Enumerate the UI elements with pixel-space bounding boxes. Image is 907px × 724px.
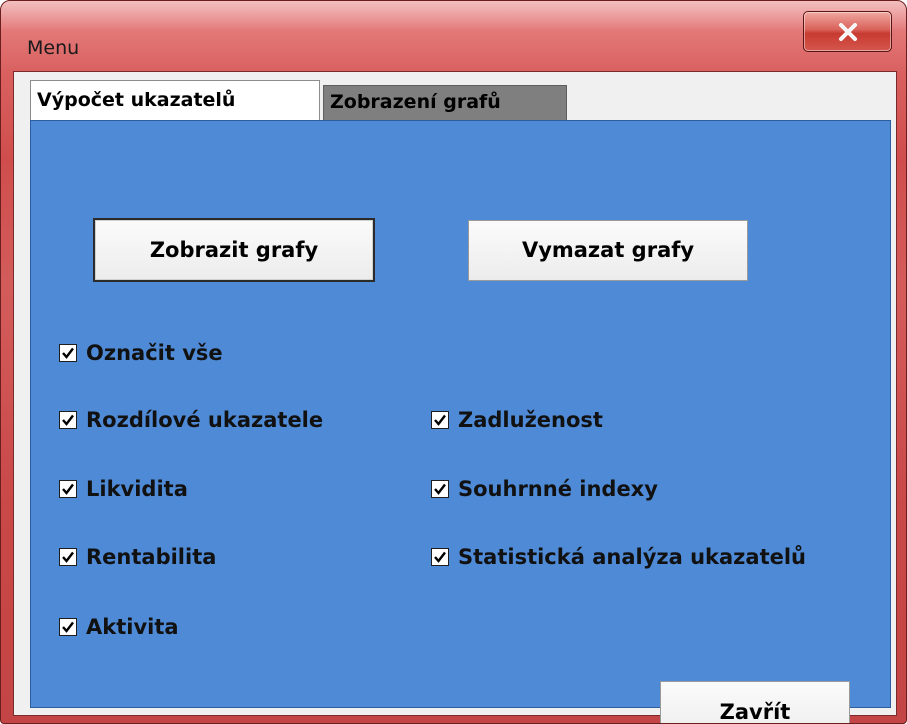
checkbox-statistical-analysis[interactable]: Statistická analýza ukazatelů bbox=[431, 542, 806, 572]
checkmark-icon bbox=[62, 551, 74, 563]
checkbox-debt-box[interactable] bbox=[431, 411, 449, 429]
checkbox-profitability-box[interactable] bbox=[59, 548, 77, 566]
dialog-client-area: Výpočet ukazatelů Zobrazení grafů Zobraz… bbox=[13, 71, 897, 723]
checkbox-liquidity[interactable]: Likvidita bbox=[59, 474, 188, 504]
checkbox-liquidity-label: Likvidita bbox=[86, 477, 188, 501]
checkmark-icon bbox=[62, 347, 74, 359]
checkbox-select-all[interactable]: Označit vše bbox=[59, 338, 223, 368]
close-icon bbox=[839, 23, 857, 41]
checkbox-activity[interactable]: Aktivita bbox=[59, 612, 179, 642]
checkbox-statistical-analysis-label: Statistická analýza ukazatelů bbox=[458, 545, 806, 569]
tab-panel-zobrazeni-grafu: Zobrazit grafy Vymazat grafy Označit vše… bbox=[30, 120, 891, 723]
close-button[interactable]: Zavřít bbox=[660, 681, 850, 723]
checkmark-icon bbox=[434, 414, 446, 426]
tab-zobrazeni-grafu[interactable]: Zobrazení grafů bbox=[323, 85, 567, 120]
checkbox-liquidity-box[interactable] bbox=[59, 480, 77, 498]
checkbox-profitability[interactable]: Rentabilita bbox=[59, 542, 216, 572]
checkbox-summary-indexes[interactable]: Souhrnné indexy bbox=[431, 474, 658, 504]
checkmark-icon bbox=[434, 483, 446, 495]
checkbox-activity-label: Aktivita bbox=[86, 615, 179, 639]
dialog-window: Menu Výpočet ukazatelů Zobrazení grafů Z… bbox=[0, 0, 907, 724]
checkmark-icon bbox=[62, 483, 74, 495]
checkbox-activity-box[interactable] bbox=[59, 618, 77, 636]
window-title: Menu bbox=[27, 37, 80, 59]
tab-vypocet-ukazatelu[interactable]: Výpočet ukazatelů bbox=[30, 80, 320, 120]
checkbox-select-all-label: Označit vše bbox=[86, 341, 223, 365]
checkbox-select-all-box[interactable] bbox=[59, 344, 77, 362]
checkmark-icon bbox=[434, 551, 446, 563]
checkbox-diff-indicators-box[interactable] bbox=[59, 411, 77, 429]
checkmark-icon bbox=[62, 414, 74, 426]
checkmark-icon bbox=[62, 621, 74, 633]
show-charts-button[interactable]: Zobrazit grafy bbox=[93, 218, 375, 282]
checkbox-debt-label: Zadluženost bbox=[458, 408, 603, 432]
clear-charts-button[interactable]: Vymazat grafy bbox=[468, 220, 748, 281]
checkbox-diff-indicators[interactable]: Rozdílové ukazatele bbox=[59, 405, 323, 435]
checkbox-debt[interactable]: Zadluženost bbox=[431, 405, 603, 435]
checkbox-summary-indexes-label: Souhrnné indexy bbox=[458, 477, 658, 501]
window-close-button[interactable] bbox=[803, 11, 892, 52]
checkbox-diff-indicators-label: Rozdílové ukazatele bbox=[86, 408, 324, 432]
checkbox-summary-indexes-box[interactable] bbox=[431, 480, 449, 498]
checkbox-profitability-label: Rentabilita bbox=[86, 545, 217, 569]
checkbox-statistical-analysis-box[interactable] bbox=[431, 548, 449, 566]
